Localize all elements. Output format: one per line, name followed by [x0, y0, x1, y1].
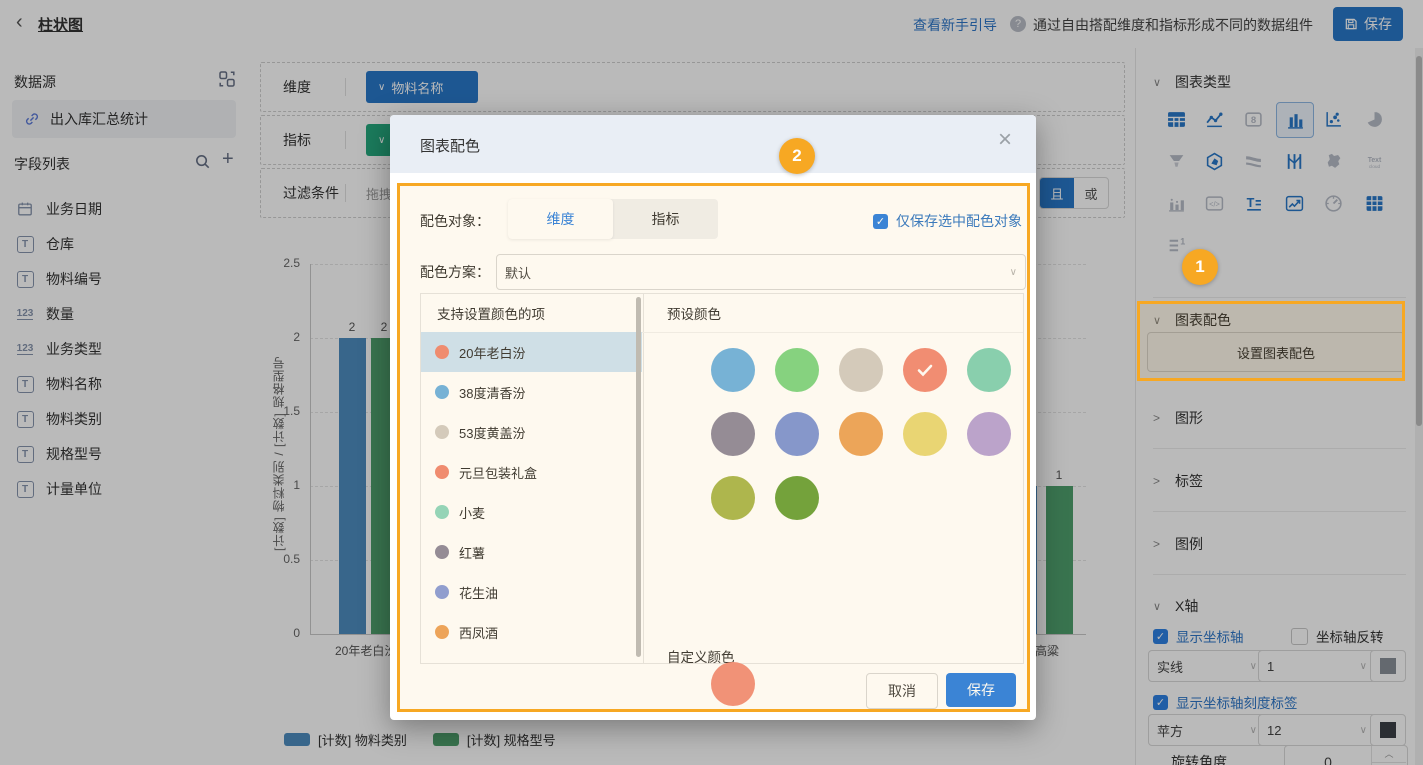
custom-color-swatch[interactable]: [711, 662, 755, 706]
color-items-header: 支持设置颜色的项: [421, 294, 643, 333]
save-only-checkbox[interactable]: ✓ 仅保存选中配色对象: [873, 211, 1022, 231]
color-item-西凤酒[interactable]: 西凤酒: [421, 612, 642, 652]
color-scheme-select[interactable]: 默认∨: [496, 254, 1026, 290]
preset-color-swatch[interactable]: [839, 348, 883, 392]
color-item-53度黄盖汾[interactable]: 53度黄盖汾: [421, 412, 642, 452]
modal-save-button[interactable]: 保存: [946, 673, 1016, 707]
color-item-小麦[interactable]: 小麦: [421, 492, 642, 532]
preset-color-swatch[interactable]: [903, 412, 947, 456]
preset-color-swatch[interactable]: [711, 412, 755, 456]
color-item-label: 红薯: [459, 543, 485, 562]
color-dot: [435, 465, 449, 479]
color-dot: [435, 505, 449, 519]
preset-color-swatch[interactable]: [967, 348, 1011, 392]
preset-color-swatch[interactable]: [711, 476, 755, 520]
color-item-20年老白汾[interactable]: 20年老白汾: [421, 332, 642, 372]
chart-color-modal: 图表配色 × 配色对象： 维度指标 ✓ 仅保存选中配色对象 配色方案： 默认∨ …: [390, 115, 1036, 720]
color-item-label: 西凤酒: [459, 623, 498, 642]
tab-指标[interactable]: 指标: [613, 199, 718, 239]
modal-title: 图表配色: [420, 135, 480, 156]
color-dot: [435, 385, 449, 399]
preset-colors-column: 预设颜色 自定义颜色: [643, 294, 1023, 663]
color-dot: [435, 585, 449, 599]
color-item-label: 38度清香汾: [459, 383, 525, 402]
color-item-label: 小麦: [459, 503, 485, 522]
color-target-label: 配色对象：: [420, 211, 490, 231]
preset-color-swatch[interactable]: [903, 348, 947, 392]
preset-color-swatch[interactable]: [775, 476, 819, 520]
preset-color-swatch[interactable]: [967, 412, 1011, 456]
color-dot: [435, 625, 449, 639]
check-icon: [915, 360, 935, 380]
preset-color-swatch[interactable]: [711, 348, 755, 392]
color-item-label: 20年老白汾: [459, 343, 525, 362]
cancel-button[interactable]: 取消: [866, 673, 938, 709]
tab-维度[interactable]: 维度: [508, 199, 613, 239]
close-icon[interactable]: ×: [998, 128, 1012, 152]
preset-color-swatch[interactable]: [839, 412, 883, 456]
color-item-元旦包装礼盒[interactable]: 元旦包装礼盒: [421, 452, 642, 492]
color-scheme-label: 配色方案：: [420, 262, 490, 282]
color-dot: [435, 425, 449, 439]
checkbox-checked-icon: ✓: [873, 214, 888, 229]
list-scrollbar-thumb[interactable]: [636, 297, 641, 657]
modal-header: 图表配色 ×: [390, 115, 1036, 173]
color-item-label: 元旦包装礼盒: [459, 463, 537, 482]
preset-colors-header: 预设颜色: [643, 294, 1023, 333]
color-dot: [435, 545, 449, 559]
app-window: ‹ 柱状图 查看新手引导 ? 通过自由搭配维度和指标形成不同的数据组件 保存 数…: [0, 0, 1423, 765]
save-only-label: 仅保存选中配色对象: [896, 211, 1022, 231]
color-item-label: 53度黄盖汾: [459, 423, 525, 442]
color-config-panel: 支持设置颜色的项 20年老白汾 38度清香汾 53度黄盖汾元旦包装礼盒小麦红薯花生油…: [420, 293, 1024, 664]
color-dot: [435, 345, 449, 359]
color-scheme-value: 默认: [505, 263, 531, 282]
preset-color-swatch[interactable]: [775, 412, 819, 456]
color-item-红薯[interactable]: 红薯: [421, 532, 642, 572]
color-item-label: 花生油: [459, 583, 498, 602]
color-item-38度清香汾[interactable]: 38度清香汾: [421, 372, 642, 412]
color-items-column: 支持设置颜色的项 20年老白汾 38度清香汾 53度黄盖汾元旦包装礼盒小麦红薯花生油…: [421, 294, 644, 663]
preset-color-swatch[interactable]: [775, 348, 819, 392]
color-target-tabs: 维度指标: [508, 199, 718, 239]
color-item-花生油[interactable]: 花生油: [421, 572, 642, 612]
